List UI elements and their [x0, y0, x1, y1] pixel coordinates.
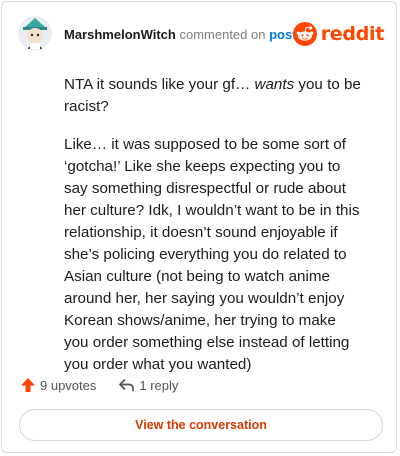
reddit-logo[interactable]: reddit: [292, 20, 385, 48]
comment-header: MarshmelonWitch commented on post reddit: [18, 16, 386, 52]
byline: MarshmelonWitch commented on post: [64, 27, 297, 42]
upvote-arrow-icon: [21, 378, 35, 392]
upvote-button[interactable]: 9 upvotes: [20, 377, 96, 393]
comment-paragraph-1: NTA it sounds like your gf… wants you to…: [64, 74, 364, 118]
reddit-wordmark: reddit: [320, 23, 385, 45]
paragraph1-emphasis: wants: [254, 76, 295, 93]
comment-body: NTA it sounds like your gf… wants you to…: [64, 74, 364, 392]
reply-arrow-icon: [119, 379, 135, 392]
reddit-snoo-icon: [292, 22, 317, 46]
paragraph1-before: NTA it sounds like your gf…: [64, 76, 255, 93]
reply-button[interactable]: 1 reply: [118, 377, 178, 393]
view-conversation-button[interactable]: View the conversation: [19, 409, 383, 441]
comment-card: MarshmelonWitch commented on post reddit…: [1, 1, 397, 453]
action-text: commented on: [179, 27, 266, 42]
replies-count: 1 reply: [139, 377, 179, 393]
comment-paragraph-2: Like… it was supposed to be some sort of…: [64, 136, 360, 373]
comment-actions: 9 upvotes 1 reply: [20, 376, 178, 394]
user-avatar-icon[interactable]: [18, 16, 52, 50]
username-link[interactable]: MarshmelonWitch: [64, 27, 176, 42]
upvotes-count: 9 upvotes: [40, 377, 97, 393]
